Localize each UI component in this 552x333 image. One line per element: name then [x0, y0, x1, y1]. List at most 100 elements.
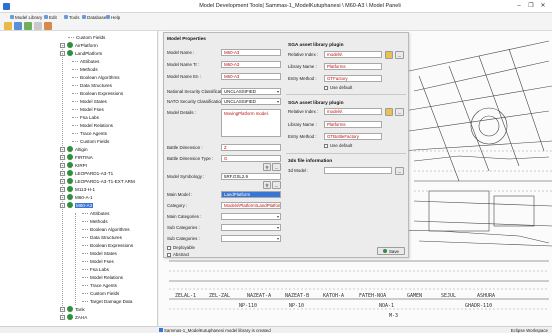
- category-input[interactable]: Models\Platform\LandPlatform\Platfor: [221, 202, 281, 209]
- library-name-label: Library Name :: [288, 64, 317, 69]
- battle-dimension-input[interactable]: Z: [221, 144, 281, 151]
- tree-node[interactable]: + LEOPARD1-A3-T1: [60, 169, 113, 177]
- tree-label: LEOPARD1-A3-T1-EXT ARM: [75, 178, 135, 184]
- tree-leaf[interactable]: Model States: [72, 97, 107, 105]
- nato-security-select[interactable]: UNCLASSIFIED ▾: [221, 98, 281, 105]
- annotation-fateh: FATEH-NOA: [359, 293, 386, 299]
- model-name-tr-label: Model Name Tr :: [167, 62, 200, 67]
- tree-leaf[interactable]: Target Damage Data: [82, 297, 132, 305]
- folder-icon[interactable]: [385, 51, 393, 59]
- model-name-input[interactable]: M60-A3: [221, 49, 281, 56]
- export-icon[interactable]: [44, 22, 52, 30]
- browse-button[interactable]: ...: [395, 51, 404, 59]
- tree-node[interactable]: + KIRPI: [60, 161, 87, 169]
- tree-leaf[interactable]: Boolean Algorithms: [72, 73, 120, 81]
- tree-label: Boolean Expressions: [90, 242, 134, 248]
- status-bar: Sammas-1_ModelKutuphanesi model library …: [0, 326, 552, 333]
- menu-model-library[interactable]: Model Library: [10, 14, 42, 20]
- model-name-en-input[interactable]: M60-A3: [221, 73, 281, 80]
- refresh-icon[interactable]: [24, 22, 32, 30]
- tree-leaf[interactable]: Trace Agents: [72, 129, 107, 137]
- browse-button[interactable]: ...: [272, 181, 281, 189]
- browse-button[interactable]: ...: [272, 163, 281, 171]
- open-folder-icon[interactable]: [4, 22, 12, 30]
- menu-help[interactable]: Help: [106, 14, 120, 20]
- library-name-input[interactable]: Platforms: [324, 63, 382, 70]
- model-details-textarea[interactable]: MovingPlatform model.: [221, 109, 281, 137]
- annotation-sejul: SEJUL: [441, 293, 456, 299]
- tree-node[interactable]: + Tank: [60, 305, 85, 313]
- checkbox-box: [324, 143, 328, 148]
- tree-node[interactable]: + AirPlatform: [60, 41, 98, 49]
- tree-leaf[interactable]: Methods: [72, 65, 98, 73]
- tree-node[interactable]: + Altigin: [60, 145, 88, 153]
- tree-leaf[interactable]: Model Relations: [72, 121, 113, 129]
- browse-button[interactable]: ...: [395, 167, 404, 175]
- main-categories-select[interactable]: ▾: [221, 213, 281, 220]
- use-default-2-checkbox[interactable]: Use default: [324, 143, 352, 148]
- menu-edit[interactable]: Edit: [44, 14, 57, 20]
- library-name-2-input[interactable]: Platforms: [324, 121, 382, 128]
- undo-icon[interactable]: [34, 22, 42, 30]
- tree-leaf[interactable]: Data Structures: [82, 233, 122, 241]
- save-icon[interactable]: [14, 22, 22, 30]
- menu-database[interactable]: Database: [82, 14, 106, 20]
- tree-leaf[interactable]: Boolean Expressions: [82, 241, 133, 249]
- deployable-checkbox[interactable]: Deployable: [167, 245, 195, 250]
- tree-leaf[interactable]: Model Fses: [72, 105, 104, 113]
- annotation-m3: M-3: [389, 313, 398, 319]
- maximize-button[interactable]: ❐: [526, 2, 536, 11]
- model-name-tr-input[interactable]: M60-A3: [221, 61, 281, 68]
- use-default-checkbox[interactable]: Use default: [324, 85, 352, 90]
- tree-label: Attributes: [90, 210, 110, 216]
- save-button[interactable]: Save: [377, 247, 405, 255]
- minimize-button[interactable]: –: [514, 2, 524, 11]
- entry-method-input[interactable]: GTFactory: [324, 75, 382, 82]
- tree-leaf[interactable]: Trace Agents: [82, 281, 117, 289]
- close-button[interactable]: ✕: [538, 2, 548, 11]
- tree-leaf[interactable]: Model Relations: [82, 273, 123, 281]
- tree-leaf[interactable]: Boolean Algorithms: [82, 225, 130, 233]
- menu-tools[interactable]: Tools: [64, 14, 80, 20]
- tree-leaf[interactable]: Methods: [82, 217, 108, 225]
- tree-node[interactable]: - M60-A3: [60, 201, 94, 209]
- tree-label: Data Structures: [90, 234, 122, 240]
- national-security-value: UNCLASSIFIED: [224, 89, 256, 94]
- tree-node[interactable]: + ZAHA: [60, 313, 87, 321]
- sub-categories-2-select[interactable]: ▾: [221, 235, 281, 242]
- relative-index-2-input[interactable]: models\: [324, 108, 382, 115]
- relative-index-input[interactable]: models\: [324, 51, 382, 58]
- status-text: Sammas-1_ModelKutuphanesi model library …: [164, 328, 271, 333]
- tree-leaf[interactable]: Model Fses: [82, 257, 114, 265]
- search-icon[interactable]: ⚲: [263, 181, 271, 189]
- tree-leaf[interactable]: Attributes: [72, 57, 99, 65]
- tree-node[interactable]: + FIRTINA: [60, 153, 93, 161]
- tree-leaf[interactable]: Fsa Labs: [72, 113, 99, 121]
- main-model-input[interactable]: LandPlatform: [221, 191, 281, 198]
- battle-dimension-type-input[interactable]: G: [221, 155, 281, 162]
- platform-icon: [67, 186, 73, 192]
- entry-method-2-input[interactable]: GTBottleFactory: [324, 133, 382, 140]
- tree-leaf[interactable]: Custom Fields: [72, 137, 109, 145]
- tree-node[interactable]: - LandPlatform: [60, 49, 102, 57]
- tree-leaf[interactable]: Attributes: [82, 209, 109, 217]
- tree-leaf[interactable]: Fsa Labs: [82, 265, 109, 273]
- folder-icon[interactable]: [385, 108, 393, 116]
- abstract-checkbox[interactable]: Abstract: [167, 252, 189, 257]
- tree-leaf[interactable]: Custom Fields: [68, 33, 105, 41]
- sub-categories-select[interactable]: ▾: [221, 224, 281, 231]
- tree-leaf[interactable]: Custom Fields: [82, 289, 119, 297]
- threed-model-input[interactable]: [324, 167, 392, 174]
- tree-leaf[interactable]: Model States: [82, 249, 117, 257]
- browse-button[interactable]: ...: [395, 108, 404, 116]
- tree-leaf[interactable]: Data Structures: [72, 81, 112, 89]
- tree-node[interactable]: + M60-A-1: [60, 193, 93, 201]
- national-security-select[interactable]: UNCLASSIFIED ▾: [221, 88, 281, 95]
- tree-node[interactable]: + M113-H-1: [60, 185, 95, 193]
- platform-icon: [67, 178, 73, 184]
- tree-connector: [72, 76, 78, 78]
- tree-node[interactable]: + LEOPARD1-A3-T1-EXT ARM: [60, 177, 135, 185]
- search-icon[interactable]: ⚲: [263, 163, 271, 171]
- tree-leaf[interactable]: Boolean Expressions: [72, 89, 123, 97]
- model-symbology-input[interactable]: 5RF.GSL2.9: [221, 173, 281, 180]
